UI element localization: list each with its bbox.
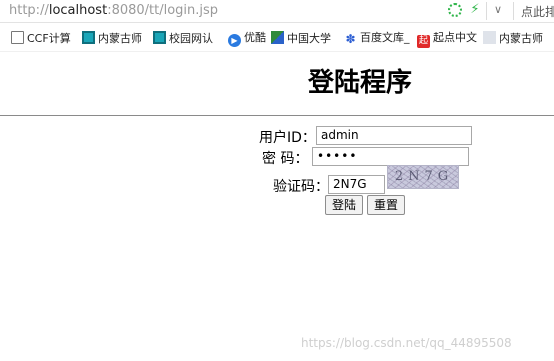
divider [486,2,487,20]
bookmark-label: 百度文库_ [360,31,410,44]
bookmark-item[interactable]: CCF计算 [11,31,71,45]
bookmark-label: 中国大学 [287,32,331,45]
extension-link[interactable]: 点此排 [521,3,554,20]
password-input[interactable]: ••••• [312,147,469,166]
url-path: :8080/tt/login.jsp [107,3,219,18]
password-label: 密 码： [262,151,309,167]
chevron-down-icon[interactable]: ∨ [494,3,508,17]
lightning-icon[interactable]: ⚡ [468,3,482,17]
bookmark-label: 优酷 [244,31,266,44]
userid-input[interactable]: admin [316,126,472,145]
bookmark-item[interactable]: 起起点中文 [417,31,477,48]
bookmark-item[interactable]: 中国大学 [271,31,331,45]
page-title: 登陆程序 [308,68,413,98]
bookmark-label: CCF计算 [27,32,71,45]
watermark-text: https://blog.csdn.net/qq_44895508 [301,336,512,350]
bookmark-label: 校园网认 [169,32,213,45]
youku-icon: ▶ [228,34,241,47]
captcha-image-text: 2N7G [394,169,454,184]
bookmarks-bar: CCF计算 内蒙古师 校园网认 ▶ 优酷 中国大学 ✽ 百度文库_ 起起点中文 内蒙… [0,23,554,52]
userid-label: 用户ID： [259,130,316,146]
bookmark-label: 起点中文 [433,31,477,44]
bookmark-item[interactable]: 内蒙古师 [483,31,543,45]
bookmark-item[interactable]: 内蒙古师 [82,31,142,45]
address-bar[interactable]: http://localhost:8080/tt/login.jsp ⚡ ∨ 点… [0,0,554,23]
bookmark-item[interactable]: ▶ 优酷 [228,31,266,47]
reset-button[interactable]: 重置 [367,195,405,215]
document-icon [11,31,24,44]
horizontal-rule [0,115,554,116]
captcha-input[interactable]: 2N7G [328,175,385,194]
bookmark-label: 内蒙古师 [98,32,142,45]
teal-site-icon [82,31,95,44]
captcha-label: 验证码： [273,179,329,195]
url-scheme: http:// [9,3,49,18]
url-text[interactable]: http://localhost:8080/tt/login.jsp [9,3,218,18]
loading-spinner-icon[interactable] [448,3,462,17]
url-host: localhost [48,3,108,18]
captcha-image[interactable]: 2N7G [387,165,459,189]
bookmark-item[interactable]: ✽ 百度文库_ [344,31,410,46]
teal-site-icon [153,31,166,44]
baidu-paw-icon: ✽ [345,32,356,46]
qidian-icon: 起 [417,35,430,48]
bookmark-label: 内蒙古师 [499,32,543,45]
gray-site-icon [483,31,496,44]
login-button[interactable]: 登陆 [325,195,363,215]
divider [513,2,514,20]
flag-icon [271,31,284,44]
bookmark-item[interactable]: 校园网认 [153,31,213,45]
